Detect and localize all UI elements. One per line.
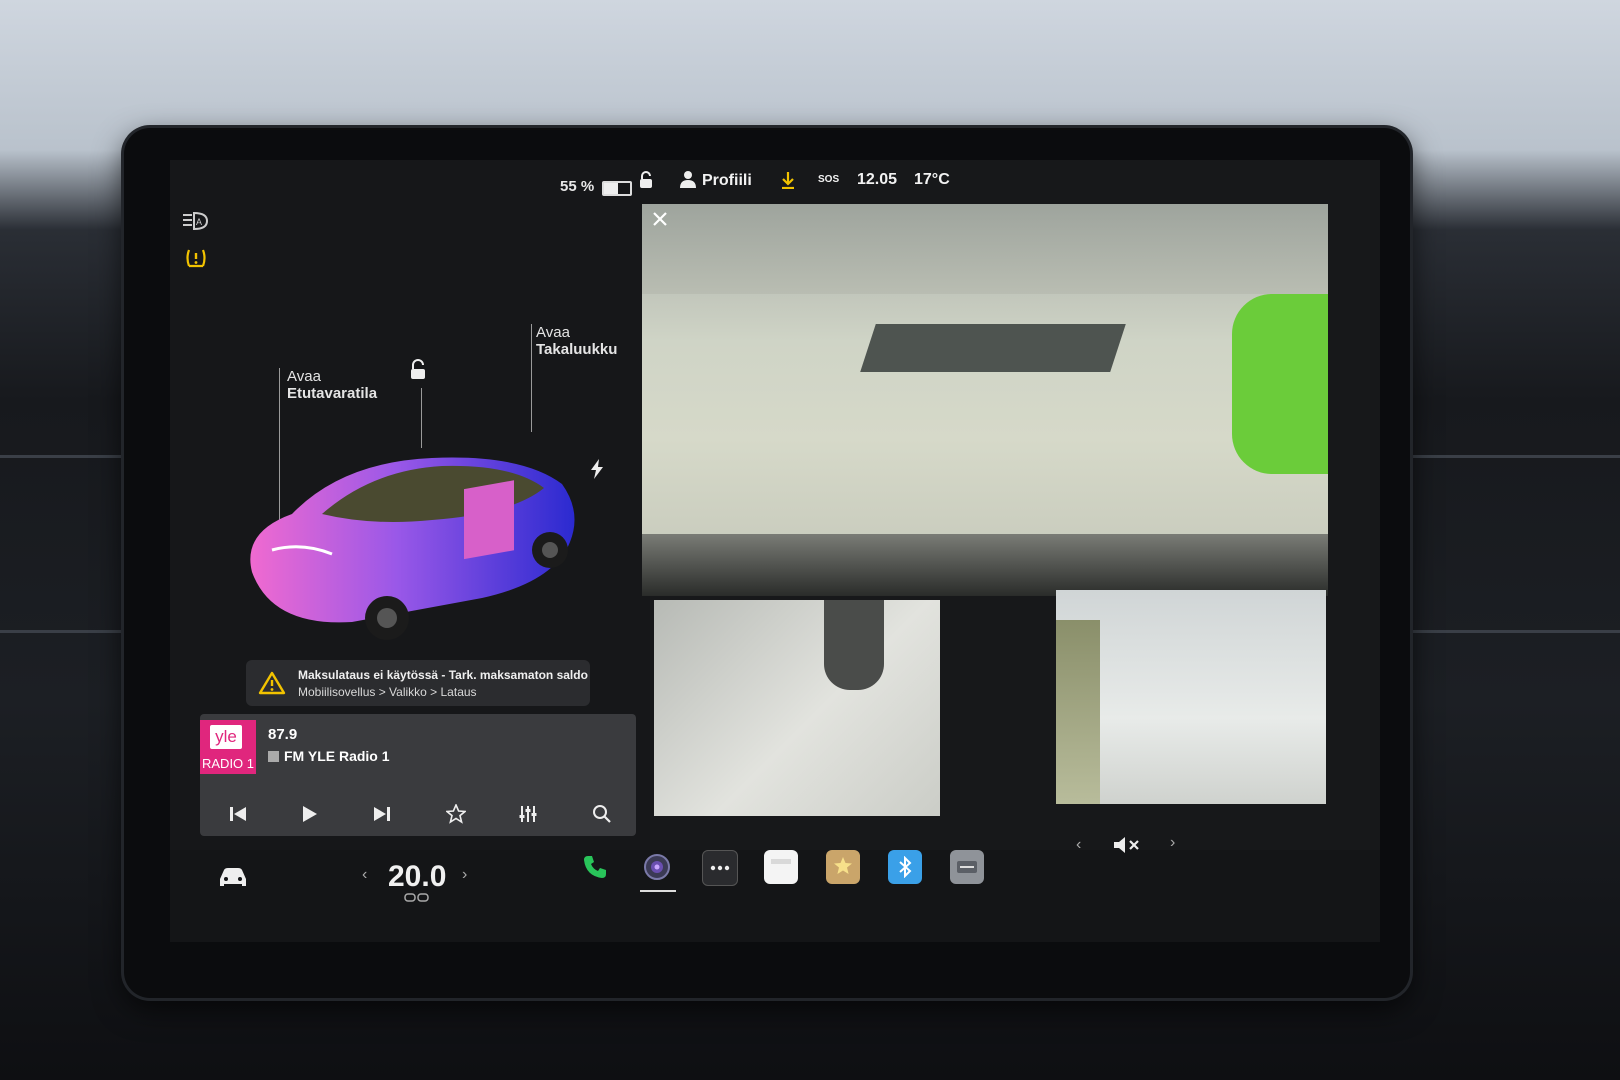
lock-icon[interactable]: [636, 170, 656, 190]
profile-button[interactable]: Profiili: [680, 170, 752, 190]
favorite-star-icon[interactable]: [436, 794, 476, 834]
cabin-temperature[interactable]: 20.0: [388, 860, 446, 894]
seat-heater-icon[interactable]: [402, 892, 432, 904]
media-controls: [200, 794, 636, 834]
station-logo-subtext: RADIO 1: [202, 756, 255, 771]
charging-bolt-icon: [588, 458, 606, 480]
radio-frequency: 87.9: [268, 726, 298, 743]
close-camera-button[interactable]: [648, 208, 672, 232]
media-player: yle RADIO 1 87.9 FM YLE Radio 1: [200, 714, 636, 836]
tire-pressure-warning-icon: [184, 246, 208, 270]
person-icon: [680, 171, 696, 188]
car-icon[interactable]: [216, 860, 250, 894]
svg-text:A: A: [196, 217, 202, 227]
toybox-icon[interactable]: [826, 850, 860, 884]
more-icon[interactable]: [702, 850, 738, 886]
calendar-icon[interactable]: [764, 850, 798, 884]
station-logo: yle RADIO 1: [200, 720, 256, 774]
left-repeater-camera-view[interactable]: [654, 600, 940, 816]
radio-station: FM YLE Radio 1: [268, 748, 390, 764]
trunk-callout[interactable]: Avaa Takaluukku: [536, 324, 617, 358]
temperature-up-button[interactable]: ›: [462, 866, 467, 884]
play-button[interactable]: [290, 794, 330, 834]
trunk-callout-line: [531, 324, 532, 432]
frunk-action: Avaa: [287, 368, 321, 385]
profile-label: Profiili: [702, 172, 752, 189]
camera-icon[interactable]: [640, 850, 674, 884]
temperature-down-button[interactable]: ‹: [362, 866, 367, 884]
battery-indicator: [602, 181, 632, 196]
volume-down-button[interactable]: ‹: [1076, 836, 1081, 854]
trunk-target: Takaluukku: [536, 341, 618, 358]
green-object: [1232, 294, 1328, 474]
trunk-action: Avaa: [536, 324, 570, 341]
close-icon: [653, 212, 667, 226]
garage-background: [1056, 620, 1100, 804]
phone-icon[interactable]: [578, 850, 612, 884]
outside-temperature: 17°C: [914, 171, 950, 188]
mirror-stalk: [824, 600, 884, 690]
bluetooth-icon[interactable]: [888, 850, 922, 884]
warning-icon: [258, 670, 286, 696]
rear-bumper: [642, 534, 1328, 596]
car-illustration: [250, 457, 575, 640]
previous-track-button[interactable]: [218, 794, 258, 834]
dashcam-icon[interactable]: [950, 850, 984, 884]
radio-source-icon: [268, 751, 279, 762]
search-icon[interactable]: [582, 794, 622, 834]
station-name: FM YLE Radio 1: [284, 748, 390, 764]
frunk-callout[interactable]: Avaa Etutavaratila: [287, 368, 377, 402]
sos-indicator: SOS: [818, 174, 839, 185]
auto-headlight-icon[interactable]: A: [180, 210, 210, 232]
active-app-indicator: [640, 890, 676, 892]
station-logo-text: yle: [210, 725, 242, 749]
alert-path: Mobiilisovellus > Valikko > Lataus: [298, 685, 477, 699]
floor-mat: [860, 324, 1126, 372]
battery-percent: 55 %: [560, 178, 595, 195]
lock-icon[interactable]: [406, 358, 430, 382]
volume-up-button[interactable]: ›: [1170, 834, 1175, 852]
touchscreen: A 55 % Avaa Etutavaratila Avaa Takaluukk…: [170, 160, 1380, 942]
download-icon[interactable]: [778, 170, 798, 190]
equalizer-icon[interactable]: [508, 794, 548, 834]
charging-alert[interactable]: Maksulataus ei käytössä - Tark. maksamat…: [246, 660, 590, 706]
next-track-button[interactable]: [362, 794, 402, 834]
car-status-panel: A 55 % Avaa Etutavaratila Avaa Takaluukk…: [170, 160, 650, 850]
top-status-bar: Profiili SOS 12.05 17°C: [630, 160, 1380, 200]
sos-label: SOS: [818, 174, 840, 185]
alert-title: Maksulataus ei käytössä - Tark. maksamat…: [298, 668, 588, 682]
frunk-target: Etutavaratila: [287, 385, 378, 402]
clock: 12.05: [857, 171, 898, 188]
garage-ceiling: [642, 204, 1328, 294]
right-repeater-camera-view[interactable]: [1056, 590, 1326, 804]
volume-muted-icon[interactable]: [1110, 828, 1144, 862]
rear-camera-view[interactable]: [642, 204, 1328, 596]
